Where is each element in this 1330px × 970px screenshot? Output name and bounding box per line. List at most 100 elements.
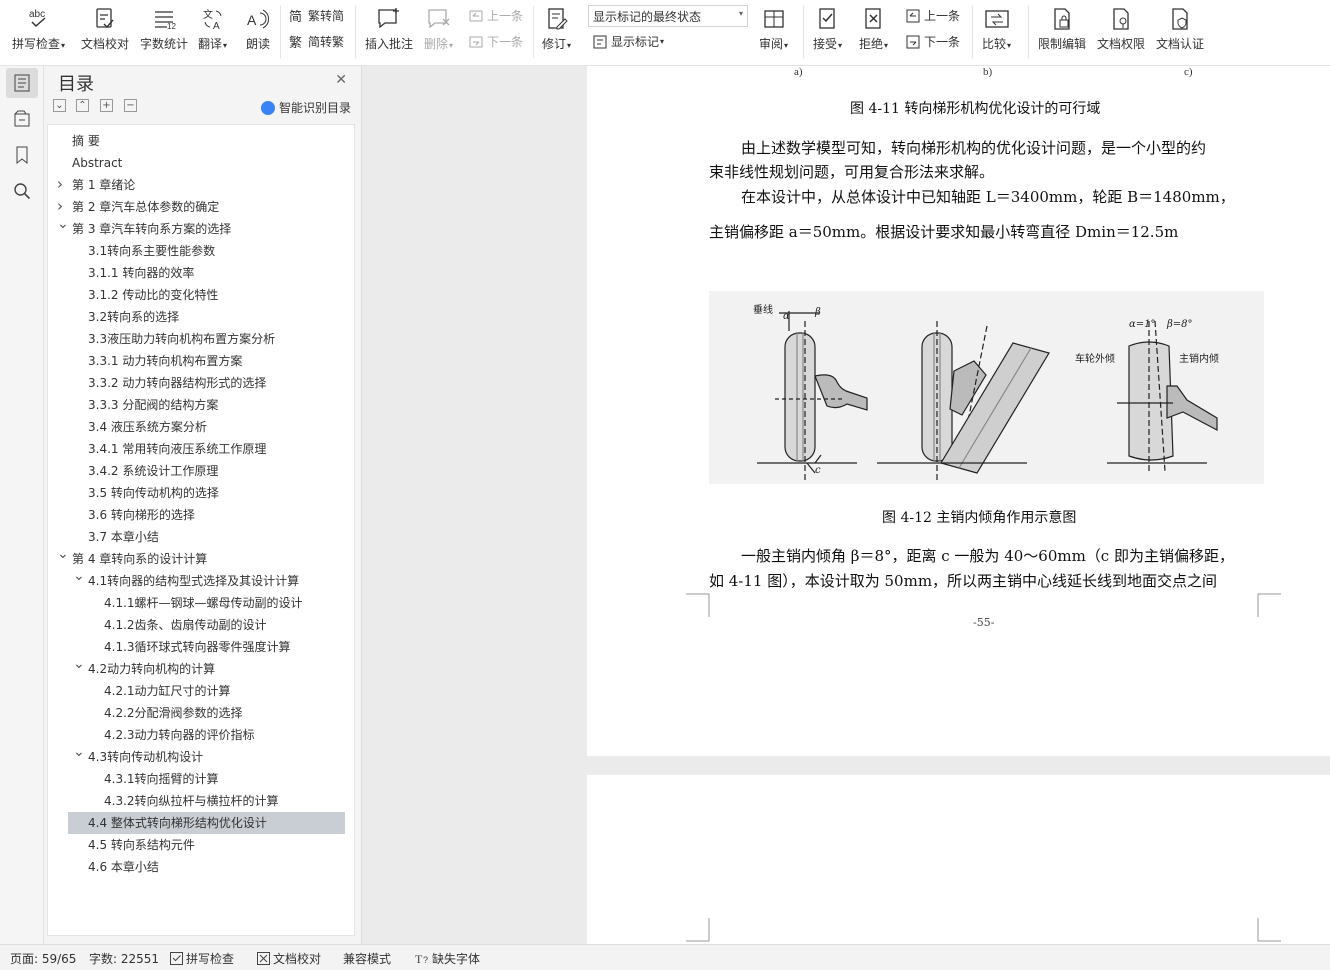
simp-to-trad-button[interactable]: 繁 简转繁 — [289, 33, 344, 50]
permission-icon — [1107, 4, 1135, 34]
read-aloud-button[interactable]: A 朗读 — [244, 4, 272, 52]
toc-item[interactable]: 3.4.1 常用转向液压系统工作原理 — [88, 438, 266, 460]
toc-item[interactable]: 4.2.1动力缸尺寸的计算 — [104, 680, 231, 702]
toc-item[interactable]: 3.1转向系主要性能参数 — [88, 240, 215, 262]
doc-certify-button[interactable]: 文档认证 — [1156, 4, 1204, 52]
chevron-down-icon[interactable]: ⌄ — [57, 216, 69, 232]
toc-item[interactable]: 3.6 转向梯形的选择 — [88, 504, 195, 526]
toc-item[interactable]: 第 3 章汽车转向系方案的选择 — [72, 218, 231, 240]
track-changes-button[interactable]: 修订▾ — [542, 4, 571, 54]
expand-up-icon[interactable]: ⌃ — [76, 99, 89, 112]
toc-item[interactable]: 第 1 章绪论 — [72, 174, 135, 196]
paragraph-line: 束非线性规划问题，可用复合形法来求解。 — [709, 163, 995, 181]
next-comment-button[interactable]: 下一条 — [468, 33, 523, 50]
toc-item[interactable]: 3.4 液压系统方案分析 — [88, 416, 207, 438]
insert-comment-button[interactable]: 插入批注 — [365, 4, 413, 52]
word-count-button[interactable]: 123 字数统计 — [140, 4, 188, 52]
toc-item[interactable]: Abstract — [72, 152, 122, 174]
toc-item[interactable]: 4.4 整体式转向梯形结构优化设计 — [88, 812, 267, 834]
margin-corner-mark — [686, 593, 710, 617]
toc-item[interactable]: 4.1转向器的结构型式选择及其设计计算 — [88, 570, 299, 592]
figure-label-vertical: 垂线 — [753, 303, 773, 316]
doc-permission-button[interactable]: 文档权限 — [1097, 4, 1145, 52]
chevron-down-icon[interactable]: ⌄ — [73, 744, 85, 760]
toc-item[interactable]: 4.2.2分配滑阀参数的选择 — [104, 702, 243, 724]
toc-item[interactable]: 摘 要 — [72, 130, 100, 152]
review-icon — [760, 4, 788, 34]
chevron-down-icon: ▾ — [738, 9, 743, 18]
toc-item[interactable]: 第 4 章转向系的设计计算 — [72, 548, 207, 570]
doc-proofread-button[interactable]: 文档校对 — [81, 4, 129, 52]
word-count-indicator[interactable]: 字数: 22551 — [89, 950, 159, 967]
toc-item[interactable]: 3.4.2 系统设计工作原理 — [88, 460, 218, 482]
toc-item[interactable]: 第 2 章汽车总体参数的确定 — [72, 196, 219, 218]
close-icon[interactable]: ✕ — [335, 72, 347, 88]
toc-item[interactable]: 3.3.1 动力转向机构布置方案 — [88, 350, 242, 372]
status-proofread[interactable]: 文档校对 — [257, 950, 321, 967]
toc-item[interactable]: 4.3.2转向纵拉杆与横拉杆的计算 — [104, 790, 279, 812]
chevron-right-icon[interactable]: › — [57, 175, 63, 193]
toc-item[interactable]: 4.1.2齿条、齿扇传动副的设计 — [104, 614, 267, 636]
margin-corner-mark — [1257, 918, 1281, 942]
delete-comment-button[interactable]: 删除▾ — [424, 4, 453, 54]
svg-text:123: 123 — [167, 22, 176, 31]
accept-button[interactable]: 接受▾ — [813, 4, 842, 54]
toc-item[interactable]: 3.1.1 转向器的效率 — [88, 262, 194, 284]
add-heading-icon[interactable]: + — [100, 99, 113, 112]
chevron-down-icon[interactable]: ⌄ — [73, 656, 85, 672]
toc-item[interactable]: 4.3转向传动机构设计 — [88, 746, 203, 768]
collapse-all-icon[interactable]: ⌄ — [53, 99, 66, 112]
markup-state-select[interactable]: 显示标记的最终状态 ▾ — [588, 5, 748, 27]
chevron-down-icon[interactable]: ⌄ — [57, 546, 69, 562]
search-icon — [14, 183, 31, 200]
compat-mode-indicator[interactable]: 兼容模式 — [343, 950, 391, 967]
compare-button[interactable]: 比较▾ — [982, 4, 1011, 54]
prev-comment-button[interactable]: 上一条 — [468, 7, 523, 24]
toc-item[interactable]: 4.5 转向系结构元件 — [88, 834, 195, 856]
toc-item[interactable]: 4.2.3动力转向器的评价指标 — [104, 724, 255, 746]
toc-item[interactable]: 3.2转向系的选择 — [88, 306, 179, 328]
ribbon-separator — [1028, 6, 1029, 58]
toc-item[interactable]: 4.1.3循环球式转向器零件强度计算 — [104, 636, 291, 658]
toc-item[interactable]: 4.1.1螺杆—钢球—螺母传动副的设计 — [104, 592, 303, 614]
smart-toc-button[interactable]: 智能识别目录 — [260, 99, 351, 116]
chevron-right-icon[interactable]: › — [57, 197, 63, 215]
lock-document-icon — [1048, 4, 1076, 34]
spell-check-icon: abc — [25, 4, 53, 34]
toc-panel-button[interactable] — [6, 68, 38, 98]
reject-button[interactable]: 拒绝▾ — [859, 4, 888, 54]
chevron-down-icon[interactable]: ⌄ — [73, 568, 85, 584]
next-change-button[interactable]: 下一条 — [905, 33, 960, 50]
figure-label-alpha-value: α=1° — [1129, 319, 1156, 330]
svg-text:A: A — [247, 12, 257, 28]
toc-item[interactable]: 4.2动力转向机构的计算 — [88, 658, 215, 680]
figure-label-camber: 车轮外倾 — [1075, 352, 1115, 365]
spell-check-button[interactable]: abc 拼写检查▾ — [12, 4, 65, 54]
show-markup-icon — [592, 34, 608, 50]
toc-item[interactable]: 3.3.3 分配阀的结构方案 — [88, 394, 218, 416]
search-button[interactable] — [6, 176, 38, 206]
review-button[interactable]: 审阅▾ — [759, 4, 788, 54]
page-indicator[interactable]: 页面: 59/65 — [10, 950, 76, 967]
toc-item[interactable]: 4.6 本章小结 — [88, 856, 159, 878]
prev-change-button[interactable]: 上一条 — [905, 7, 960, 24]
translate-button[interactable]: 文A 翻译▾ — [198, 4, 227, 54]
show-markup-button[interactable]: 显示标记 ▾ — [592, 33, 664, 50]
restrict-edit-button[interactable]: 限制编辑 — [1038, 4, 1086, 52]
toc-item[interactable]: 3.3液压助力转向机构布置方案分析 — [88, 328, 275, 350]
svg-text:A: A — [213, 21, 220, 31]
toc-item[interactable]: 4.3.1转向摇臂的计算 — [104, 768, 219, 790]
status-spell-check[interactable]: 拼写检查 — [170, 950, 234, 967]
toc-item[interactable]: 3.7 本章小结 — [88, 526, 159, 548]
bookmark-button[interactable] — [6, 140, 38, 170]
trad-to-simp-button[interactable]: 简 繁转简 — [289, 7, 344, 24]
remove-heading-icon[interactable]: − — [124, 99, 137, 112]
toc-item[interactable]: 3.3.2 动力转向器结构形式的选择 — [88, 372, 266, 394]
toc-item[interactable]: 3.1.2 传动比的变化特性 — [88, 284, 218, 306]
toc-title: 目录 — [58, 74, 94, 95]
chapter-nav-button[interactable] — [6, 104, 38, 134]
missing-font-indicator[interactable]: T? 缺失字体 — [415, 950, 480, 967]
toc-item[interactable]: 3.5 转向传动机构的选择 — [88, 482, 219, 504]
document-page: a) b) c) 图 4-11 转向梯形机构优化设计的可行域 由上述数学模型可知… — [587, 66, 1330, 756]
next-change-icon — [905, 34, 921, 50]
